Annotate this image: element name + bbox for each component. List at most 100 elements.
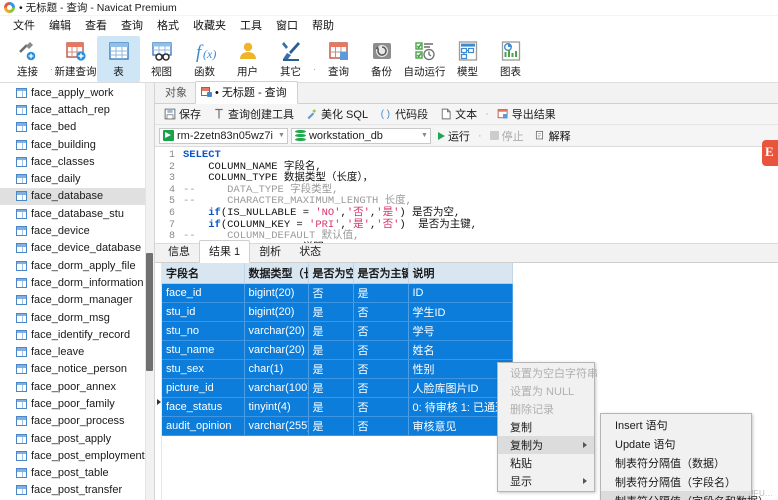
grid-cell[interactable]: 否 (353, 378, 409, 398)
ribbon-chart[interactable]: 图表 (489, 36, 532, 82)
grid-cell[interactable]: 否 (353, 302, 409, 322)
menu-favorites[interactable]: 收藏夹 (186, 16, 233, 34)
submenu-item[interactable]: Update 语句 (601, 434, 751, 453)
menu-format[interactable]: 格式 (150, 16, 186, 34)
text-button[interactable]: 文本 (435, 105, 482, 123)
tree-item-face-post-apply[interactable]: face_post_apply (0, 430, 154, 447)
grid-column-header[interactable]: 说明 (408, 263, 513, 284)
tree-item-face-bed[interactable]: face_bed (0, 119, 154, 136)
export-result-button[interactable]: 导出结果 (492, 105, 561, 123)
grid-cell[interactable]: stu_no (162, 321, 245, 341)
tree-item-face-notice-person[interactable]: face_notice_person (0, 361, 154, 378)
context-menu-item[interactable]: 粘贴 (498, 454, 594, 472)
edge-notification-icon[interactable] (762, 140, 778, 166)
grid-cell[interactable]: 否 (353, 359, 409, 379)
menu-query[interactable]: 查询 (114, 16, 150, 34)
tree-item-face-poor-annex[interactable]: face_poor_annex (0, 378, 154, 395)
menu-file[interactable]: 文件 (6, 16, 42, 34)
table-row[interactable]: audit_opinion varchar(255) 是否审核意见 (162, 416, 513, 436)
result-tab-状态[interactable]: 状态 (290, 241, 330, 262)
table-row[interactable]: stu_name varchar(20) 是否姓名 (162, 340, 513, 360)
tree-item-face-building[interactable]: face_building (0, 136, 154, 153)
menu-edit[interactable]: 编辑 (42, 16, 78, 34)
tree-item-face-dorm-apply-file[interactable]: face_dorm_apply_file (0, 257, 154, 274)
ribbon-view[interactable]: 视图 (140, 36, 183, 82)
tree-item-face-post-employment[interactable]: face_post_employment (0, 447, 154, 464)
sql-code[interactable]: SELECT COLUMN_NAME 字段名, COLUMN_TYPE 数据类型… (183, 147, 778, 243)
grid-column-header[interactable]: 数据类型（长 (244, 263, 309, 284)
tree-item-face-dorm-manager[interactable]: face_dorm_manager (0, 292, 154, 309)
grid-cell[interactable]: audit_opinion (162, 416, 245, 436)
submenu-item[interactable]: 制表符分隔值（字段名） (601, 472, 751, 491)
submenu-item[interactable]: Insert 语句 (601, 415, 751, 434)
tree-item-face-poor-family[interactable]: face_poor_family (0, 395, 154, 412)
context-menu-item[interactable]: 显示 (498, 472, 594, 490)
grid-cell[interactable]: picture_id (162, 378, 245, 398)
grid-cell[interactable]: 是 (308, 302, 354, 322)
ribbon-new-query[interactable]: 新建查询 (54, 36, 97, 82)
grid-cell[interactable]: stu_name (162, 340, 245, 360)
grid-column-header[interactable]: 字段名 (162, 263, 245, 284)
code-snippet-button[interactable]: ( ) 代码段 (375, 105, 433, 123)
grid-cell[interactable]: 否 (308, 283, 354, 303)
context-submenu-copy-as[interactable]: Insert 语句 Update 语句制表符分隔值（数据） 制表符分隔值（字段名） 制… (600, 413, 769, 500)
tree-item-face-poor-process[interactable]: face_poor_process (0, 413, 154, 430)
grid-cell[interactable]: 是 (308, 397, 354, 417)
ribbon-other[interactable]: 其它 (269, 36, 312, 82)
grid-cell[interactable]: stu_id (162, 302, 245, 322)
connection-select[interactable]: rm-2zetn83n05wz7i ▼ (159, 127, 288, 144)
table-row[interactable]: stu_no varchar(20) 是否学号 (162, 321, 513, 341)
grid-cell[interactable]: varchar(100) (244, 378, 309, 398)
tree-item-face-post-table[interactable]: face_post_table (0, 465, 154, 482)
tree-item-face-database[interactable]: face_database (0, 187, 154, 206)
grid-cell[interactable]: 姓名 (408, 340, 513, 360)
grid-cell[interactable]: 是 (308, 340, 354, 360)
tree-item-face-classes[interactable]: face_classes (0, 153, 154, 170)
table-row[interactable]: stu_sex char(1) 是否性别 (162, 359, 513, 379)
run-button[interactable]: 运行 (434, 127, 474, 145)
tree-item-face-daily[interactable]: face_daily (0, 170, 154, 187)
grid-cell[interactable]: 是 (308, 416, 354, 436)
grid-cell[interactable]: varchar(20) (244, 321, 309, 341)
table-row[interactable]: face_id bigint(20) 否是 ID (162, 283, 513, 303)
tree-item-face-identify-record[interactable]: face_identify_record (0, 326, 154, 343)
submenu-item[interactable]: 制表符分隔值（数据） (601, 453, 751, 472)
grid-column-header[interactable]: 是否为空 (308, 263, 354, 284)
ribbon-table[interactable]: 表 (97, 36, 140, 82)
result-grid[interactable]: 字段名 数据类型（长 是否为空 是否为主键 说明 face_id bigint(20) 否是… (162, 263, 513, 436)
context-menu-item[interactable]: 复制 (498, 418, 594, 436)
tree-item-face-device[interactable]: face_device (0, 222, 154, 239)
grid-cell[interactable]: stu_sex (162, 359, 245, 379)
sidebar-scrollbar-track[interactable] (145, 83, 154, 500)
tree-item-face-apply-work[interactable]: face_apply_work (0, 84, 154, 101)
grid-cell[interactable]: 学生ID (408, 302, 513, 322)
tree-item-face-device-database[interactable]: face_device_database (0, 240, 154, 257)
ribbon-connection[interactable]: 连接 (6, 36, 49, 82)
context-menu-item[interactable]: 复制为 (498, 436, 594, 454)
ribbon-model[interactable]: 模型 (446, 36, 489, 82)
tree-item-face-dorm-msg[interactable]: face_dorm_msg (0, 309, 154, 326)
table-row[interactable]: picture_id varchar(100) 是否人脸库图片ID (162, 378, 513, 398)
grid-cell[interactable]: tinyint(4) (244, 397, 309, 417)
grid-cell[interactable]: face_status (162, 397, 245, 417)
ribbon-user[interactable]: 用户 (226, 36, 269, 82)
save-button[interactable]: 保存 (159, 105, 206, 123)
grid-cell[interactable]: 否 (353, 340, 409, 360)
table-row[interactable]: stu_id bigint(20) 是否学生ID (162, 302, 513, 322)
grid-cell[interactable]: 是 (308, 378, 354, 398)
grid-cell[interactable]: 学号 (408, 321, 513, 341)
grid-cell[interactable]: 否 (353, 416, 409, 436)
grid-cell[interactable]: char(1) (244, 359, 309, 379)
tree-item-face-database-stu[interactable]: face_database_stu (0, 205, 154, 222)
tree-item-face-post-transfer[interactable]: face_post_transfer (0, 482, 154, 499)
beautify-sql-button[interactable]: 美化 SQL (301, 105, 373, 123)
grid-cell[interactable]: 是 (308, 321, 354, 341)
ribbon-backup[interactable]: 备份 (360, 36, 403, 82)
grid-cell[interactable]: 否 (353, 321, 409, 341)
grid-cell[interactable]: bigint(20) (244, 283, 309, 303)
grid-cell[interactable]: bigint(20) (244, 302, 309, 322)
menu-help[interactable]: 帮助 (305, 16, 341, 34)
grid-cell[interactable]: 否 (353, 397, 409, 417)
menu-tools[interactable]: 工具 (233, 16, 269, 34)
query-tab[interactable]: • 无标题 - 查询 (195, 81, 298, 104)
